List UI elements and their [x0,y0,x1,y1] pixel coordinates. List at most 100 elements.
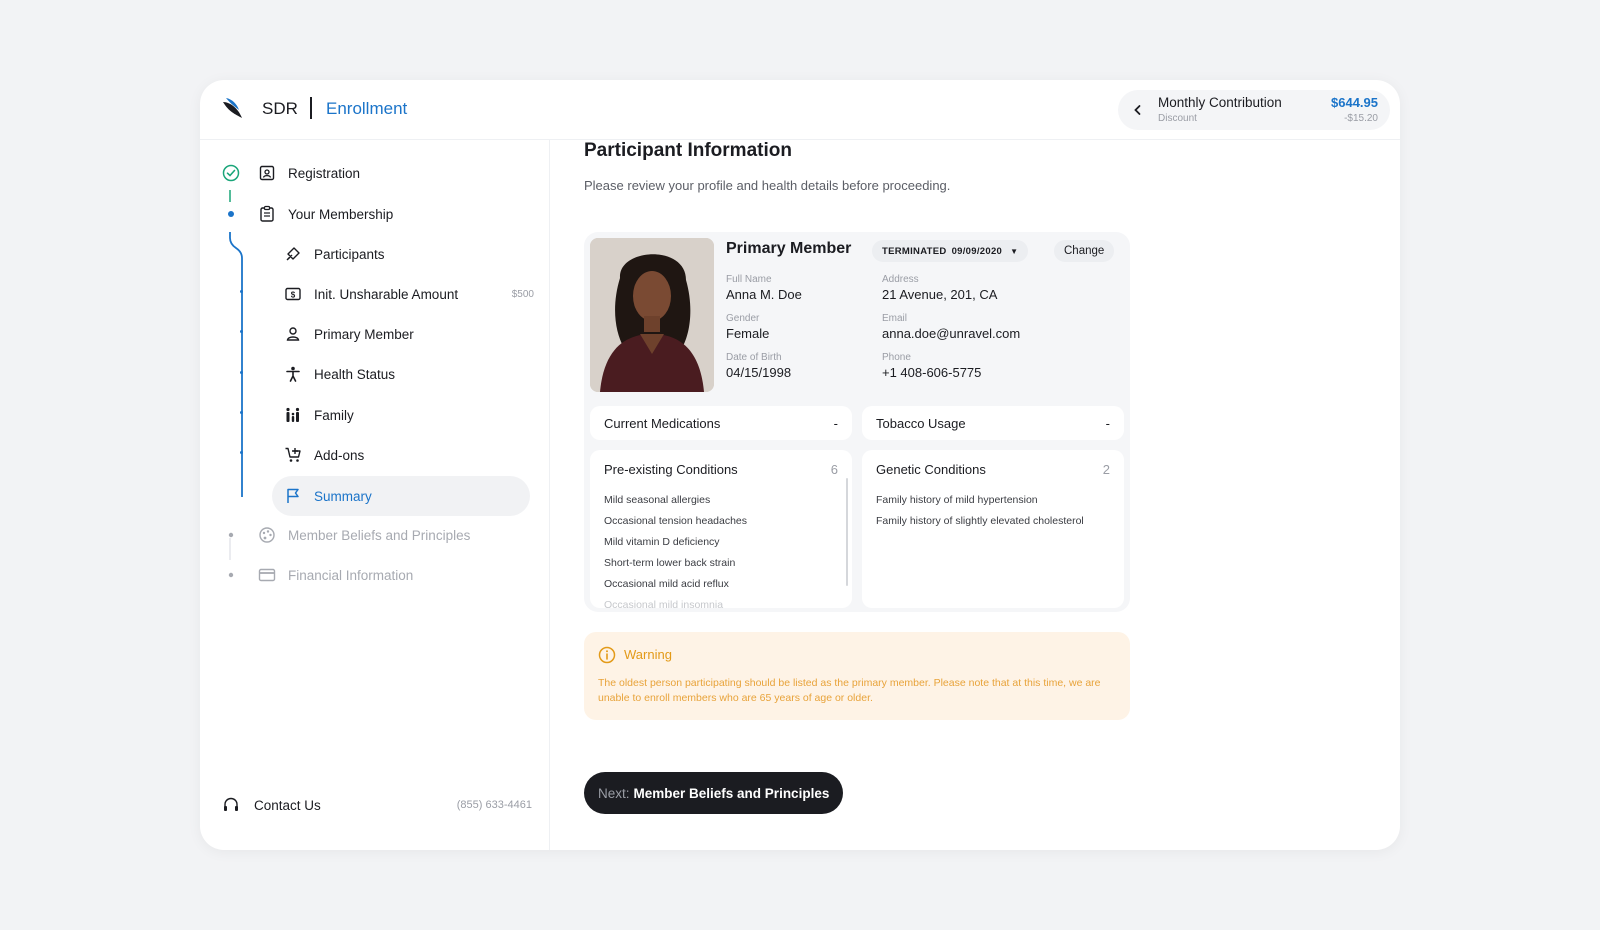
member-photo [590,238,714,392]
field-label: Gender [726,313,760,324]
next-label: Member Beliefs and Principles [633,785,830,801]
id-badge-icon [256,162,278,184]
step-label: Your Membership [288,206,394,222]
clipboard-icon [256,203,278,225]
step-label: Financial Information [288,567,414,583]
genetic-count: 2 [1102,462,1110,477]
tobacco-usage[interactable]: Tobacco Usage - [862,406,1124,440]
credit-card-icon [256,564,278,586]
pending-step-dot [220,564,242,586]
svg-text:$: $ [291,291,296,300]
field-gender: Gender Female [726,313,769,341]
field-full-name: Full Name Anna M. Doe [726,274,802,302]
field-dob: Date of Birth 04/15/1998 [726,352,791,380]
chevron-left-icon[interactable] [1126,98,1150,122]
field-address: Address 21 Avenue, 201, CA [882,274,997,302]
preexisting-label: Pre-existing Conditions [604,462,738,477]
preexisting-conditions[interactable]: Pre-existing Conditions 6 Mild seasonal … [590,450,852,608]
field-label: Phone [882,352,911,363]
substep-dot [240,451,243,454]
medications-value: - [833,415,838,431]
change-button[interactable]: Change [1054,240,1115,262]
page-title: Participant Information [584,140,792,161]
feather-logo-icon [223,98,242,118]
step-your-membership[interactable]: Your Membership [220,194,393,234]
family-icon [282,404,304,426]
step-label: Registration [288,165,361,181]
substep-summary[interactable]: Summary [272,476,530,516]
genetic-conditions[interactable]: Genetic Conditions 2 Family history of m… [862,450,1124,608]
preexisting-list: Mild seasonal allergies Occasional tensi… [604,490,747,608]
substep-label: Primary Member [314,326,414,342]
contribution-title: Monthly Contribution [1158,95,1282,110]
contact-phone: (855) 633-4461 [456,799,532,811]
current-step-dot [220,203,242,225]
substep-dot [240,411,243,414]
substep-health-status[interactable]: Health Status [282,354,395,394]
check-circle-icon [220,162,242,184]
step-registration[interactable]: Registration [220,153,360,193]
step-member-beliefs[interactable]: Member Beliefs and Principles [220,515,470,555]
contact-us[interactable]: Contact Us (855) 633-4461 [222,790,532,820]
list-scrollbar[interactable] [846,478,848,586]
next-button[interactable]: Next: Member Beliefs and Principles [584,772,844,814]
field-label: Full Name [726,274,772,285]
accessibility-icon [282,363,304,385]
next-prefix: Next: [598,785,630,801]
substep-add-ons[interactable]: Add-ons [282,435,364,475]
tobacco-label: Tobacco Usage [876,415,966,431]
substep-participants[interactable]: Participants [282,234,385,274]
substep-label: Participants [314,246,385,262]
warning-message: The oldest person participating should b… [598,677,1101,704]
warning-banner: Warning The oldest person participating … [584,632,1130,720]
field-label: Email [882,313,908,324]
status-date: 09/09/2020 [951,245,1003,257]
field-value: Female [726,326,770,341]
field-value: 04/15/1998 [726,365,792,380]
list-item: Family history of slightly elevated chol… [876,515,1084,527]
list-item: Occasional mild insomnia [604,599,724,608]
participant-card: Primary Member TERMINATED 09/09/2020 ▼ C… [584,232,1130,612]
monthly-contribution-panel[interactable]: Monthly Contribution Discount $644.95 -$… [1118,90,1390,130]
page-subtitle: Please review your profile and health de… [584,178,951,193]
current-medications[interactable]: Current Medications - [590,406,852,440]
genetic-list: Family history of mild hypertension Fami… [876,490,1084,532]
cart-plus-icon [282,444,304,466]
enrollment-window: SDR Enrollment Monthly Contribution Disc… [200,80,1400,850]
rocket-icon [282,243,304,265]
status-dropdown[interactable]: TERMINATED 09/09/2020 ▼ [872,240,1029,262]
substep-label: Add-ons [314,447,365,463]
list-item: Mild vitamin D deficiency [604,536,720,548]
list-item: Occasional tension headaches [604,515,748,527]
substep-label: Health Status [314,366,396,382]
field-label: Address [882,274,919,285]
main-content: Participant Information Please review yo… [550,140,1400,850]
field-label: Date of Birth [726,352,782,363]
dollar-bill-icon: $ [282,283,304,305]
field-email: Email anna.doe@unravel.com [882,313,1020,341]
list-item: Mild seasonal allergies [604,494,711,506]
substep-family[interactable]: Family [282,395,354,435]
pending-step-dot [220,524,242,546]
user-icon [282,323,304,345]
preexisting-count: 6 [830,462,838,477]
substep-label: Init. Unsharable Amount [314,286,459,302]
field-value: anna.doe@unravel.com [882,326,1021,341]
medications-label: Current Medications [604,415,721,431]
palette-icon [256,524,278,546]
substep-primary-member[interactable]: Primary Member [282,314,414,354]
contribution-amount: $644.95 [1331,95,1378,110]
substep-init-unsharable-amount[interactable]: $ Init. Unsharable Amount $500 [282,274,534,314]
headset-icon [222,796,240,814]
info-icon [598,646,616,664]
tobacco-value: - [1105,415,1110,431]
list-item: Occasional mild acid reflux [604,578,729,590]
flag-icon [282,485,304,507]
step-financial-information[interactable]: Financial Information [220,555,413,595]
substep-label: Summary [314,488,372,504]
substep-label: Family [314,407,354,423]
amount-badge: $500 [511,288,534,300]
brand-name: SDR [262,99,298,118]
step-label: Member Beliefs and Principles [288,527,471,543]
list-item: Family history of mild hypertension [876,494,1038,506]
